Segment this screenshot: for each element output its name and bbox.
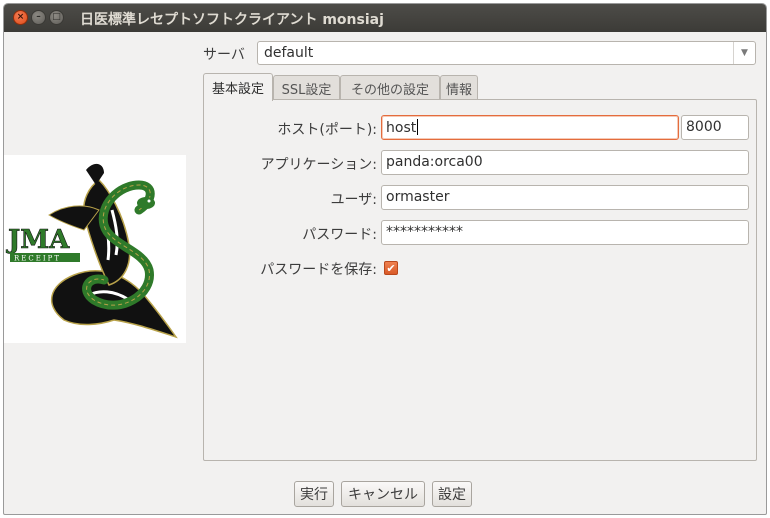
tab-basic-settings[interactable]: 基本設定 [203, 73, 273, 101]
password-input-value: *********** [386, 224, 463, 240]
user-label: ユーザ: [330, 192, 377, 208]
application-input[interactable]: panda:orca00 [381, 150, 749, 175]
close-window-button[interactable]: × [13, 10, 28, 25]
user-input[interactable]: ormaster [381, 185, 749, 210]
text-cursor [417, 119, 419, 135]
host-label: ホスト(ポート): [277, 122, 377, 138]
tab-other-settings[interactable]: その他の設定 [340, 75, 440, 100]
server-combo[interactable]: default ▼ [257, 41, 756, 65]
maximize-icon: □ [52, 12, 61, 22]
save-password-label: パスワードを保存: [260, 262, 377, 278]
port-input-value: 8000 [686, 119, 722, 135]
tab-info[interactable]: 情報 [440, 75, 478, 100]
host-input-value: host [386, 120, 417, 136]
tab-ssl-settings[interactable]: SSL設定 [273, 75, 340, 100]
port-input[interactable]: 8000 [681, 115, 749, 140]
run-button[interactable]: 実行 [294, 481, 334, 507]
close-icon: × [16, 12, 25, 22]
check-icon: ✔ [386, 261, 396, 275]
user-input-value: ormaster [386, 189, 450, 205]
save-password-checkbox[interactable]: ✔ [384, 261, 398, 275]
app-window: × – □ 日医標準レセプトソフトクライアント monsiaj JMA RECE… [3, 3, 767, 515]
minimize-window-button[interactable]: – [31, 10, 46, 25]
server-label: サーバ [203, 47, 245, 63]
application-label: アプリケーション: [260, 157, 377, 173]
title-bar[interactable]: × – □ 日医標準レセプトソフトクライアント monsiaj [4, 4, 766, 32]
window-title: 日医標準レセプトソフトクライアント monsiaj [80, 12, 384, 28]
logo-brand-text: JMA [6, 225, 70, 255]
logo-sub-text: RECEIPT [14, 255, 61, 263]
jma-logo-image: JMA RECEIPT [6, 163, 178, 339]
password-label: パスワード: [302, 227, 377, 243]
jma-receipt-logo: JMA RECEIPT [4, 155, 186, 343]
password-input[interactable]: *********** [381, 220, 749, 245]
server-combo-value: default [264, 45, 314, 61]
settings-button[interactable]: 設定 [432, 481, 472, 507]
application-input-value: panda:orca00 [386, 154, 483, 170]
basic-settings-panel: ホスト(ポート): host 8000 アプリケーション: panda:orca… [203, 99, 757, 461]
minimize-icon: – [36, 12, 41, 22]
maximize-window-button[interactable]: □ [49, 10, 64, 25]
cancel-button[interactable]: キャンセル [341, 481, 425, 507]
host-input[interactable]: host [381, 115, 679, 140]
chevron-down-icon[interactable]: ▼ [733, 42, 755, 64]
